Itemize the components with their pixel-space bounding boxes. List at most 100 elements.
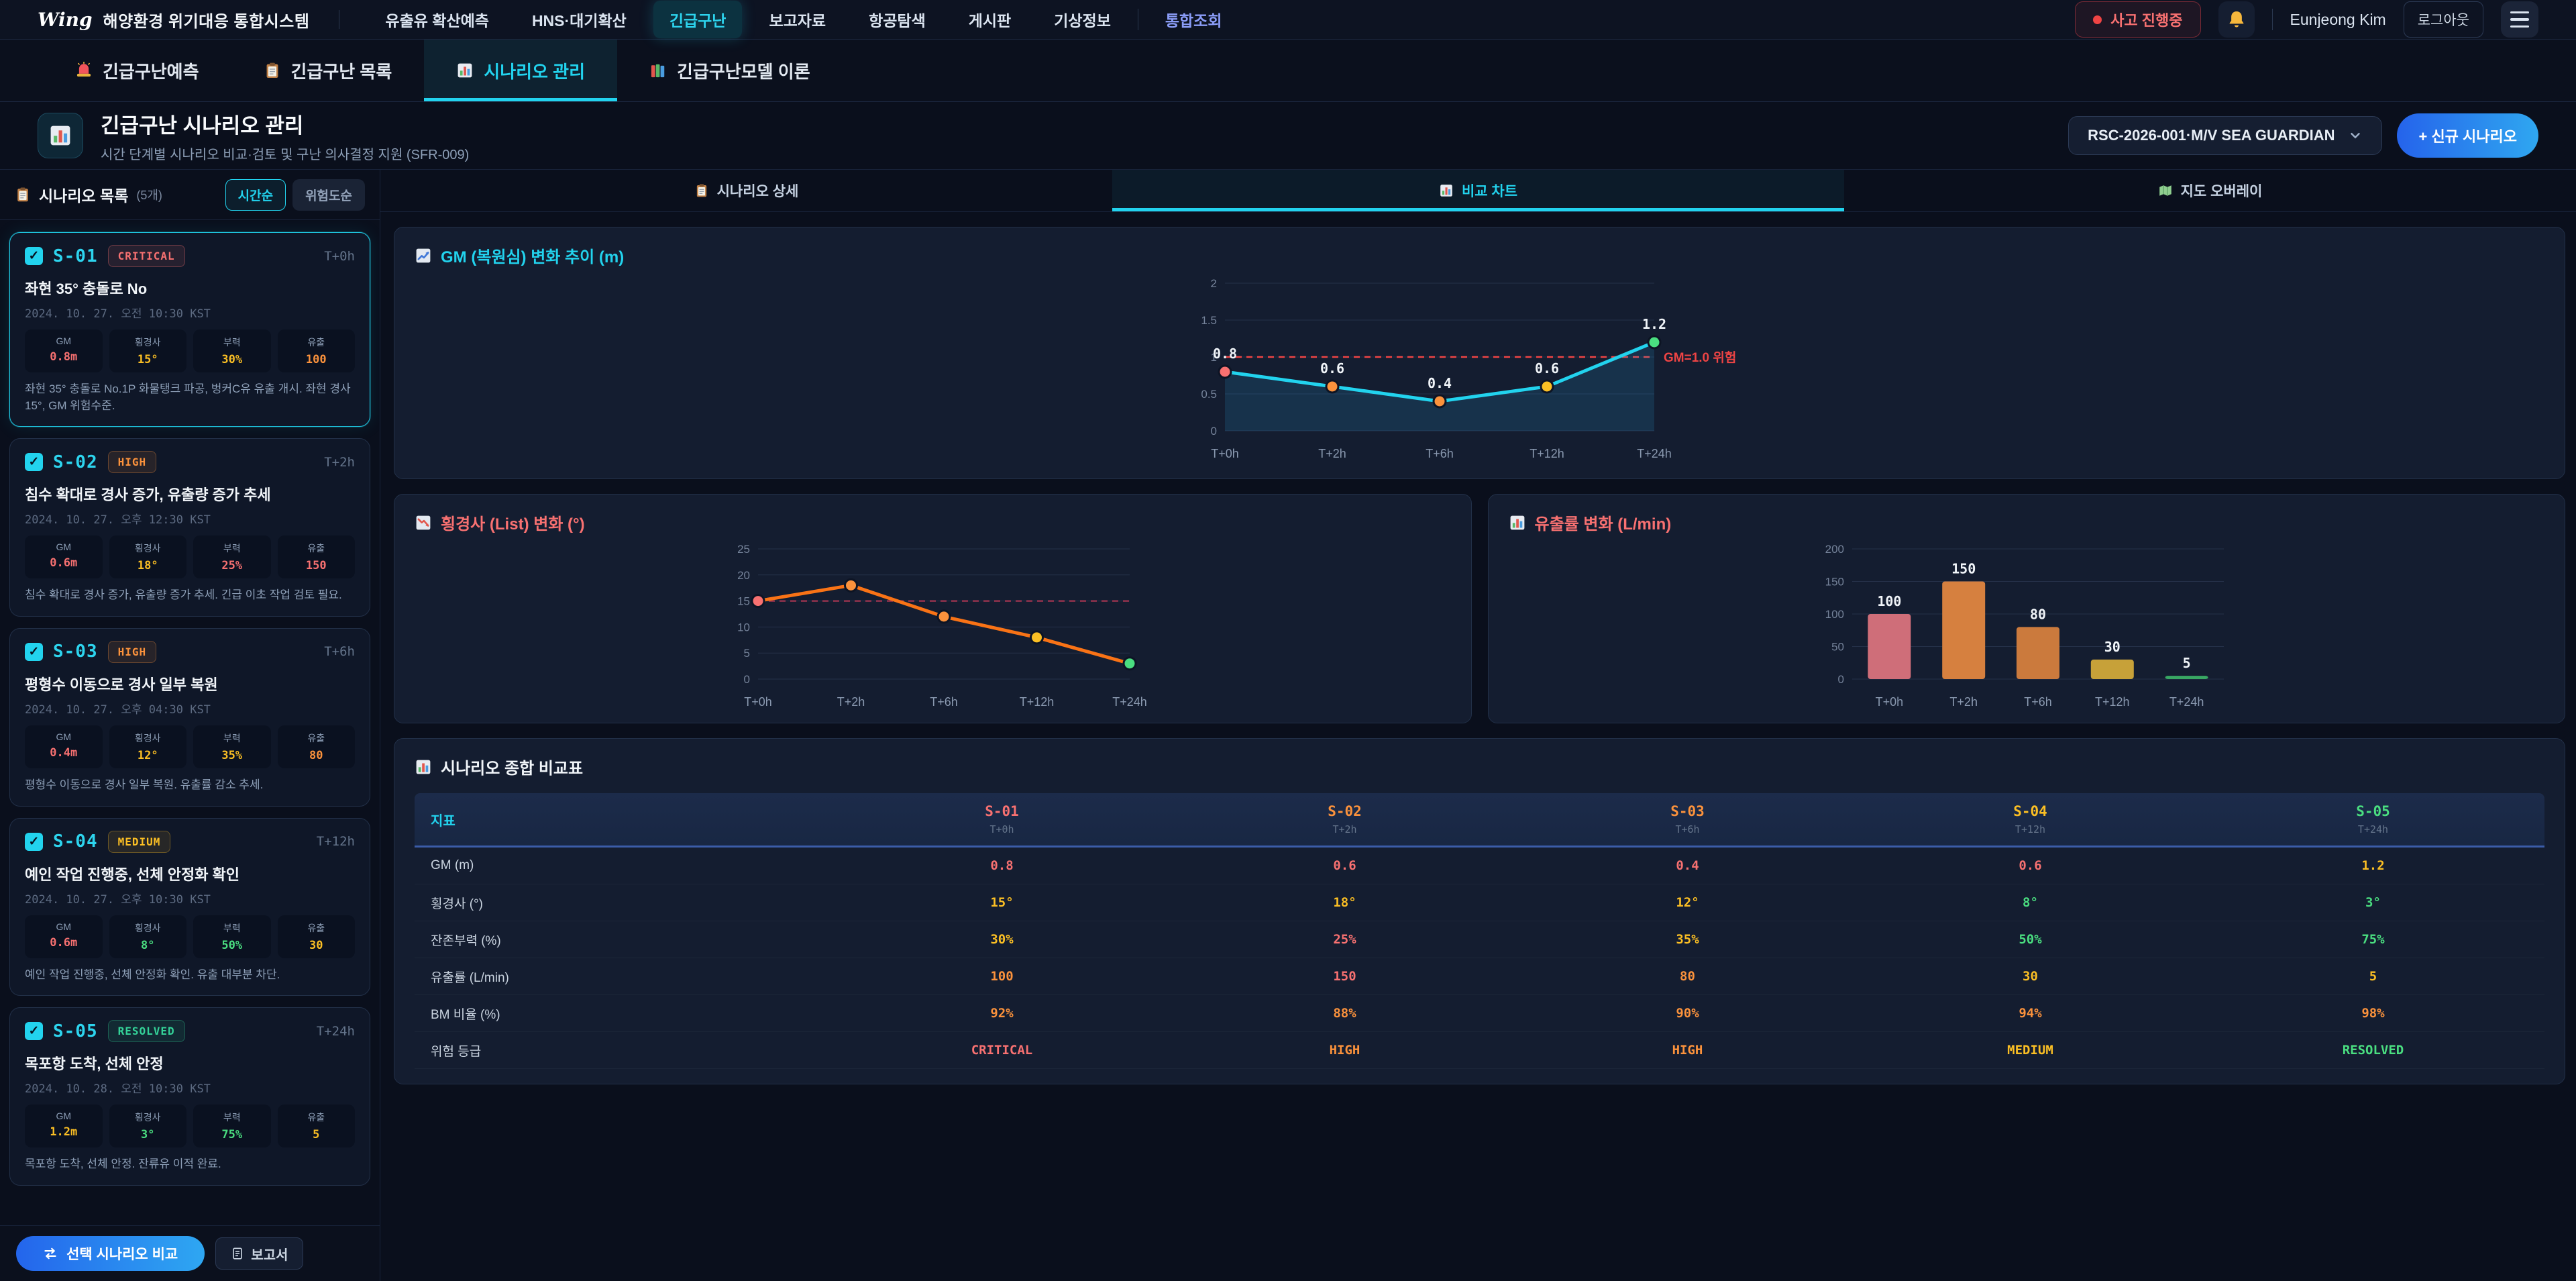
svg-text:T+24h: T+24h (1112, 695, 1147, 709)
report-button[interactable]: 보고서 (215, 1237, 303, 1270)
nav-item[interactable]: 게시판 (953, 1, 1027, 38)
stat-box: 부력 25% (193, 535, 271, 578)
barchart-icon (1439, 183, 1454, 198)
compare-scenarios-button[interactable]: 선택 시나리오 비교 (16, 1236, 205, 1271)
stat-box: 횡경사 8° (109, 915, 187, 958)
stat-label: GM (28, 1111, 100, 1121)
module-tab[interactable]: 긴급구난모델 이론 (617, 40, 843, 101)
stat-box: 부력 50% (193, 915, 271, 958)
table-row-label: 횡경사 (°) (415, 894, 830, 912)
scenario-datetime: 2024. 10. 27. 오후 12:30 KST (25, 510, 355, 527)
scenario-card[interactable]: ✓ S-05 RESOLVED T+24h 목포항 도착, 선체 안정 2024… (9, 1007, 370, 1186)
table-cell-value: 75% (2202, 932, 2544, 947)
module-tab[interactable]: 시나리오 관리 (424, 40, 617, 101)
stat-label: 유출 (280, 542, 353, 555)
stat-value: 75% (196, 1128, 268, 1141)
nav-item[interactable]: 유출유 확산예측 (369, 1, 505, 38)
main-content: 시나리오 상세 비교 차트 지도 오버레이 GM (복원심) 변화 추이 (m) 0… (380, 170, 2576, 1281)
svg-text:T+6h: T+6h (1426, 447, 1454, 460)
content-tab-label: 지도 오버레이 (2181, 181, 2263, 201)
compare-button-label: 선택 시나리오 비교 (66, 1243, 178, 1264)
stat-value: 100 (280, 353, 353, 366)
table-cell-value: 3° (2202, 895, 2544, 910)
incident-select-dropdown[interactable]: RSC-2026-001·M/V SEA GUARDIAN (2068, 116, 2382, 155)
content-tab[interactable]: 비교 차트 (1112, 170, 1844, 211)
scenario-id: S-01 (53, 246, 98, 266)
scenario-card[interactable]: ✓ S-02 HIGH T+2h 침수 확대로 경사 증가, 유출량 증가 추세… (9, 438, 370, 617)
scenario-checkbox[interactable]: ✓ (25, 833, 43, 851)
svg-text:10: 10 (737, 621, 750, 633)
scenario-checkbox[interactable]: ✓ (25, 643, 43, 661)
sort-by-time-button[interactable]: 시간순 (225, 179, 286, 211)
stat-box: 유출 150 (278, 535, 356, 578)
comparison-table-title: 시나리오 종합 비교표 (394, 739, 2565, 778)
table-cell-value: 5 (2202, 969, 2544, 984)
body: 시나리오 목록 (5개) 시간순 위험도순 ✓ S-01 CRITICAL T+… (0, 170, 2576, 1281)
hamburger-menu-button[interactable] (2501, 1, 2538, 38)
table-scenario-header: S-05 T+24h (2202, 803, 2544, 835)
table-cell-value: 88% (1173, 1006, 1516, 1021)
scenario-checkbox[interactable]: ✓ (25, 1022, 43, 1040)
stat-box: GM 0.6m (25, 535, 103, 578)
nav-item[interactable]: HNS·대기확산 (516, 1, 643, 38)
content-tab-label: 시나리오 상세 (717, 181, 799, 201)
table-scenario-id: S-05 (2202, 803, 2544, 819)
table-scenario-time: T+24h (2202, 823, 2544, 835)
svg-text:0: 0 (744, 673, 750, 686)
scenario-title: 침수 확대로 경사 증가, 유출량 증가 추세 (25, 483, 355, 505)
page-title: 긴급구난 시나리오 관리 (101, 109, 469, 139)
gm-chart-title: GM (복원심) 변화 추이 (m) (394, 227, 2565, 267)
nav-item[interactable]: 통합조회 (1149, 1, 1238, 38)
stat-box: 부력 35% (193, 725, 271, 768)
scenario-title: 예인 작업 진행중, 선체 안정화 확인 (25, 863, 355, 884)
stat-value: 1.2m (28, 1125, 100, 1139)
svg-text:T+2h: T+2h (1318, 447, 1346, 460)
card-header: ✓ S-04 MEDIUM T+12h (25, 831, 355, 853)
content-tab[interactable]: 지도 오버레이 (1844, 170, 2576, 211)
content-tab[interactable]: 시나리오 상세 (380, 170, 1112, 211)
stat-box: GM 1.2m (25, 1105, 103, 1147)
table-scenario-time: T+0h (830, 823, 1173, 835)
stat-label: GM (28, 542, 100, 552)
scenario-description: 목포항 도착, 선체 안정. 잔류유 이적 완료. (25, 1156, 355, 1173)
sort-by-risk-button[interactable]: 위험도순 (292, 179, 365, 211)
trendup-icon (415, 247, 432, 264)
gm-chart: 00.511.52T+0hT+2hT+6hT+12hT+24hGM=1.0 위험… (394, 267, 2565, 468)
module-tab-label: 긴급구난모델 이론 (677, 58, 810, 83)
scenario-card[interactable]: ✓ S-04 MEDIUM T+12h 예인 작업 진행중, 선체 안정화 확인… (9, 818, 370, 996)
page-header-actions: RSC-2026-001·M/V SEA GUARDIAN + 신규 시나리오 (2068, 113, 2538, 158)
comparison-table-panel: 시나리오 종합 비교표 지표 S-01 T+0h S-02 T+2h S-03 … (394, 738, 2565, 1084)
scenario-checkbox[interactable]: ✓ (25, 247, 43, 265)
scenario-stats: GM 1.2m 횡경사 3° 부력 75% 유출 5 (25, 1105, 355, 1147)
new-scenario-button[interactable]: + 신규 시나리오 (2397, 113, 2538, 158)
svg-text:T+12h: T+12h (2095, 695, 2130, 709)
table-scenario-id: S-02 (1173, 803, 1516, 819)
nav-item[interactable]: 기상정보 (1038, 1, 1127, 38)
svg-text:0.6: 0.6 (1534, 360, 1558, 376)
table-row-label: BM 비율 (%) (415, 1005, 830, 1023)
stat-value: 30% (196, 353, 268, 366)
module-tab[interactable]: 긴급구난예측 (43, 40, 231, 101)
svg-text:0.5: 0.5 (1201, 388, 1217, 401)
nav-item[interactable]: 긴급구난 (653, 1, 743, 38)
stat-label: 유출 (280, 336, 353, 349)
notifications-button[interactable] (2218, 1, 2255, 38)
nav-item[interactable]: 보고자료 (753, 1, 842, 38)
barchart-icon (1509, 514, 1526, 531)
nav-item[interactable]: 항공탐색 (853, 1, 942, 38)
svg-text:25: 25 (737, 543, 750, 556)
module-tab[interactable]: 긴급구난 목록 (231, 40, 425, 101)
svg-text:0.4: 0.4 (1427, 375, 1451, 391)
svg-text:T+12h: T+12h (1020, 695, 1055, 709)
scenario-checkbox[interactable]: ✓ (25, 453, 43, 471)
scenario-card[interactable]: ✓ S-01 CRITICAL T+0h 좌현 35° 충돌로 No 2024.… (9, 232, 370, 427)
svg-text:GM=1.0 위험: GM=1.0 위험 (1664, 350, 1736, 365)
scenario-card[interactable]: ✓ S-03 HIGH T+6h 평형수 이동으로 경사 일부 복원 2024.… (9, 628, 370, 807)
logout-button[interactable]: 로그아웃 (2404, 1, 2483, 38)
stat-box: 횡경사 3° (109, 1105, 187, 1147)
status-dot-icon (2093, 15, 2102, 24)
severity-badge: HIGH (108, 451, 157, 473)
table-cell-value: 1.2 (2202, 858, 2544, 873)
stat-label: 유출 (280, 921, 353, 935)
stat-value: 0.6m (28, 936, 100, 950)
